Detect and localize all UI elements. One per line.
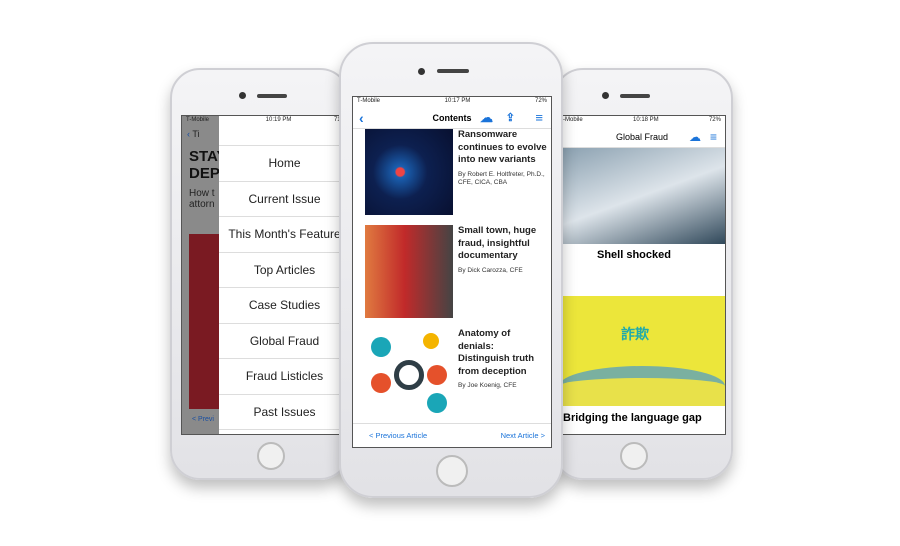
menu-item-case-studies[interactable]: Case Studies: [219, 288, 350, 324]
side-menu: 10:19 PM71% Home Current Issue This Mont…: [219, 116, 350, 434]
story-title[interactable]: Shell shocked: [559, 244, 725, 296]
bg-sub: How t attorn: [189, 188, 215, 210]
center-screen: T-Mobile 10:17 PM 72% ‹ Contents ☁ ⇪ ≡ Ran…: [352, 96, 552, 448]
menu-item-past-issues[interactable]: Past Issues: [219, 395, 350, 430]
documentary-image: [365, 225, 453, 318]
previous-article-link[interactable]: < Previous Article: [369, 431, 427, 440]
carrier: T-Mobile: [357, 98, 381, 104]
bg-title: STAY DEPO: [189, 148, 232, 182]
right-screen: -Mobile 10:18 PM 72% Global Fraud ☁ ≡ Shel…: [558, 115, 726, 435]
bg-nav-title: Ti: [192, 129, 200, 139]
left-screen: T-Mobile ‹ Ti STAY DEPO How t attorn < P…: [181, 115, 351, 435]
speaker: [620, 94, 650, 98]
article-title: Small town, huge fraud, insightful docum…: [458, 225, 537, 261]
menu-item-top-articles[interactable]: Top Articles: [219, 253, 350, 288]
center-phone: T-Mobile 10:17 PM 72% ‹ Contents ☁ ⇪ ≡ Ran…: [339, 42, 563, 498]
story-image-language[interactable]: 詐欺: [559, 296, 725, 406]
illustration-text: 詐欺: [621, 326, 649, 342]
ransomware-image: [365, 129, 453, 215]
article-row[interactable]: Small town, huge fraud, insightful docum…: [353, 221, 551, 324]
camera: [239, 92, 246, 99]
carrier: T-Mobile: [186, 117, 210, 123]
home-button[interactable]: [257, 442, 285, 470]
article-row[interactable]: Anatomy of denials: Distinguish truth fr…: [353, 324, 551, 424]
right-phone: -Mobile 10:18 PM 72% Global Fraud ☁ ≡ Shel…: [553, 68, 733, 480]
cloud-download-icon[interactable]: ☁: [480, 110, 493, 126]
menu-item-home[interactable]: Home: [219, 146, 350, 182]
share-icon[interactable]: ⇪: [506, 111, 515, 124]
article-row[interactable]: Ransomware continues to evolve into new …: [353, 129, 551, 221]
story-title[interactable]: Bridging the language gap: [559, 406, 725, 430]
menu-item-current-issue[interactable]: Current Issue: [219, 182, 350, 217]
back-icon[interactable]: ‹: [359, 110, 364, 126]
home-button[interactable]: [436, 455, 468, 487]
speaker: [257, 94, 287, 98]
network-diagram-image: [365, 328, 453, 421]
article-title: Ransomware continues to evolve into new …: [458, 129, 547, 165]
bg-prev[interactable]: < Previ: [192, 416, 214, 423]
menu-item-global-fraud[interactable]: Global Fraud: [219, 324, 350, 359]
article-byline: By Robert E. Holtfreter, Ph.D., CFE, CIC…: [458, 170, 545, 186]
nav-title: Global Fraud: [615, 131, 669, 142]
battery: 72%: [708, 117, 721, 123]
camera: [602, 92, 609, 99]
article-byline: By Joe Koenig, CFE: [458, 382, 517, 389]
carrier: -Mobile: [563, 117, 583, 123]
time: 10:17 PM: [444, 98, 471, 104]
article-title: Anatomy of denials: Distinguish truth fr…: [458, 328, 534, 377]
time: 10:19 PM: [265, 117, 292, 123]
nav-title: Contents: [432, 112, 472, 123]
menu-item-feature[interactable]: This Month's Feature: [219, 217, 350, 253]
speaker: [437, 69, 469, 73]
story-image-shell[interactable]: [559, 148, 725, 244]
left-phone: T-Mobile ‹ Ti STAY DEPO How t attorn < P…: [170, 68, 351, 480]
hamburger-menu-icon[interactable]: ≡: [535, 110, 543, 125]
camera: [418, 68, 425, 75]
menu-item-fraud-listicles[interactable]: Fraud Listicles: [219, 359, 350, 395]
time: 10:18 PM: [632, 117, 659, 123]
article-byline: By Dick Carozza, CFE: [458, 266, 523, 274]
battery: 72%: [534, 98, 547, 104]
next-article-link[interactable]: Next Article >: [501, 431, 545, 440]
home-button[interactable]: [620, 442, 648, 470]
cloud-download-icon[interactable]: ☁: [689, 130, 701, 144]
hamburger-menu-icon[interactable]: ≡: [710, 130, 717, 144]
